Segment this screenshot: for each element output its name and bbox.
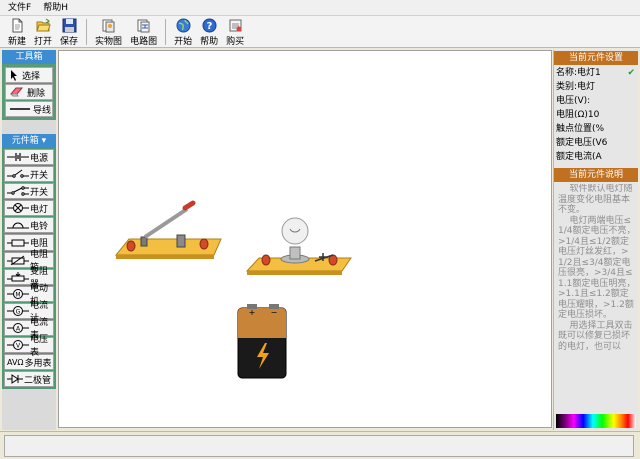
toolbox-header: 工具箱 — [2, 50, 56, 64]
component-lamp[interactable]: 电灯 — [4, 200, 54, 217]
svg-text:?: ? — [206, 21, 212, 32]
circuit-view-button[interactable]: 电路图 — [130, 16, 157, 48]
physical-diagram-icon — [102, 19, 115, 33]
right-panel: 当前元件设置 名称:电灯1 ✔ 类别:电灯 电压(V): 电阻(Ω)10 触点位… — [553, 50, 638, 430]
rheostat-icon — [7, 271, 29, 282]
lamp-icon — [7, 203, 29, 214]
check-icon: ✔ — [627, 68, 635, 78]
battery[interactable]: + − — [237, 304, 287, 379]
property-resistance[interactable]: 电阻(Ω)10 — [554, 108, 638, 122]
status-bar — [0, 431, 640, 459]
power-source-icon — [7, 153, 29, 162]
toolbar-separator — [86, 19, 88, 45]
property-voltage[interactable]: 电压(V): — [554, 94, 638, 108]
canvas-drawing: + − — [114, 200, 352, 379]
toolbar-separator — [165, 19, 167, 45]
start-globe-icon — [176, 18, 191, 33]
start-button[interactable]: 开始 — [174, 16, 192, 48]
eraser-icon — [10, 87, 24, 97]
property-name[interactable]: 名称:电灯1 ✔ — [554, 66, 638, 80]
component-multimeter[interactable]: AVΩ 多用表 — [4, 354, 54, 371]
buy-icon — [229, 19, 242, 32]
component-diode[interactable]: 二极管 — [4, 371, 54, 388]
help-icon: ? — [202, 18, 217, 33]
new-button[interactable]: 新建 — [8, 16, 26, 48]
resistor-box-icon — [7, 255, 29, 265]
component-description-header: 当前元件说明 — [554, 168, 638, 182]
toolbar: 新建 打开 保存 实物图 电路图 开始 ? 帮助 购买 — [0, 16, 640, 48]
color-palette[interactable] — [556, 414, 636, 428]
ammeter-icon: A — [7, 322, 29, 333]
tool-wire-label: 导线 — [33, 105, 52, 116]
component-description-text: 软件默认电灯随温度变化电阻基本不变。 电灯两端电压≤1/4额定电压不亮，>1/4… — [558, 184, 636, 352]
svg-text:M: M — [15, 291, 20, 298]
property-category[interactable]: 类别:电灯 — [554, 80, 638, 94]
status-field — [4, 435, 634, 457]
component-settings-header: 当前元件设置 — [554, 51, 638, 65]
component-box-header[interactable]: 元件箱 ▾ — [2, 134, 56, 148]
physical-view-button[interactable]: 实物图 — [95, 16, 122, 48]
multimeter-icon: AVΩ — [7, 357, 24, 367]
cursor-arrow-icon — [11, 69, 17, 81]
svg-text:+: + — [249, 308, 256, 317]
bell-icon — [7, 222, 29, 229]
toolbox: 选择 删除 导线 — [2, 64, 56, 120]
svg-text:G: G — [16, 308, 21, 315]
property-contact-position[interactable]: 触点位置(% — [554, 122, 638, 136]
tool-delete-label: 删除 — [27, 88, 46, 99]
component-bell[interactable]: 电铃 — [4, 217, 54, 234]
component-power-source[interactable]: 电源 — [4, 149, 54, 166]
component-switch[interactable]: 开关 — [4, 166, 54, 183]
tool-wire[interactable]: 导线 — [5, 101, 53, 117]
dropdown-triangle-icon: ▾ — [41, 136, 47, 146]
svg-text:−: − — [271, 308, 278, 317]
motor-icon: M — [7, 288, 29, 299]
open-folder-icon — [35, 18, 51, 32]
menu-file[interactable]: 文件F — [2, 0, 37, 16]
tool-delete[interactable]: 删除 — [5, 84, 53, 100]
resistor-icon — [7, 239, 29, 247]
new-document-icon — [12, 18, 22, 33]
diode-icon — [7, 374, 23, 385]
property-rated-current[interactable]: 额定电流(A — [554, 150, 638, 164]
knife-switch[interactable] — [114, 200, 222, 259]
wire-line-icon — [10, 108, 30, 110]
menu-bar: 文件F 帮助H — [0, 0, 640, 16]
component-description: 软件默认电灯随温度变化电阻基本不变。 电灯两端电压≤1/4额定电压不亮，>1/4… — [554, 184, 638, 369]
component-box: 电源 开关 开关 电灯 电铃 电阻 电阻箱 变阻器 M 电动机 G 电流计 A … — [2, 148, 56, 390]
menu-help[interactable]: 帮助H — [37, 0, 74, 16]
circuit-diagram-icon — [137, 19, 150, 33]
galvanometer-icon: G — [7, 305, 29, 316]
switch-icon — [7, 169, 29, 178]
save-disk-icon — [62, 18, 77, 33]
left-panel: 工具箱 选择 删除 导线 元件箱 ▾ 电源 开关 开关 电灯 电铃 电阻 电阻箱… — [2, 50, 56, 430]
tool-select-label: 选择 — [22, 71, 41, 82]
help-button[interactable]: ? 帮助 — [200, 16, 218, 48]
buy-button[interactable]: 购买 — [226, 16, 244, 48]
save-button[interactable]: 保存 — [60, 16, 78, 48]
open-button[interactable]: 打开 — [34, 16, 52, 48]
circuit-canvas[interactable]: + − — [58, 50, 552, 428]
switch-two-way-icon — [7, 186, 29, 196]
voltmeter-icon: V — [7, 340, 29, 351]
component-voltmeter[interactable]: V 电压表 — [4, 335, 54, 358]
property-rated-voltage[interactable]: 额定电压(V6 — [554, 136, 638, 150]
tool-select[interactable]: 选择 — [5, 67, 53, 83]
lamp[interactable] — [245, 217, 352, 275]
component-switch-two-way[interactable]: 开关 — [4, 183, 54, 200]
